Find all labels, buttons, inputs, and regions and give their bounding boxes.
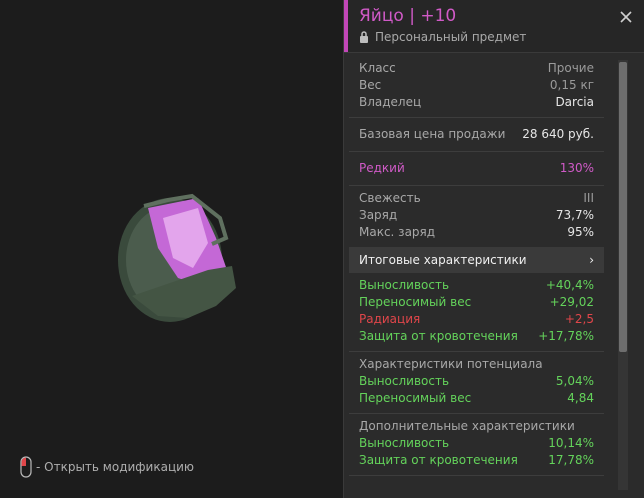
total-stat-value: +17,78% (538, 329, 594, 343)
price-label: Базовая цена продажи (359, 127, 506, 141)
owner-value: Darcia (555, 95, 594, 109)
extra-stats-section: Дополнительные характеристики Выносливос… (349, 414, 604, 476)
class-value: Прочие (547, 61, 594, 75)
price-section: Базовая цена продажи 28 640 руб. (349, 118, 604, 152)
rarity-accent-bar (344, 0, 348, 52)
open-modification-hint: - Открыть модификацию (20, 456, 194, 478)
scrollbar-thumb[interactable] (619, 62, 627, 352)
open-modification-label: - Открыть модификацию (36, 460, 195, 474)
class-row: Класс Прочие (359, 60, 594, 77)
potential-stat-value: 4,84 (567, 391, 594, 405)
price-value: 28 640 руб. (522, 127, 594, 141)
item-header: Яйцо | +10 Персональный предмет (344, 0, 644, 53)
potential-stat-label: Переносимый вес (359, 391, 472, 405)
max-charge-value: 95% (567, 225, 594, 239)
personal-item-label: Персональный предмет (359, 30, 526, 44)
total-stat-value: +40,4% (545, 278, 594, 292)
potential-heading: Характеристики потенциала (359, 357, 543, 371)
extra-heading: Дополнительные характеристики (359, 419, 575, 433)
basic-info-section: Класс Прочие Вес 0,15 кг Владелец Darcia (349, 56, 604, 118)
rarity-value: 130% (559, 161, 594, 175)
mouse-icon (20, 456, 32, 478)
charge-label: Заряд (359, 208, 398, 222)
potential-stat-value: 5,04% (555, 374, 594, 388)
extra-stat-label: Выносливость (359, 436, 450, 450)
personal-item-text: Персональный предмет (375, 30, 527, 44)
rarity-row: Редкий 130% (359, 160, 594, 177)
total-stat-row: Радиация +2,5 (359, 311, 594, 328)
potential-stat-label: Выносливость (359, 374, 450, 388)
total-stat-row: Выносливость +40,4% (359, 277, 594, 294)
price-row: Базовая цена продажи 28 640 руб. (359, 126, 594, 143)
extra-stat-value: 17,78% (548, 453, 594, 467)
lock-icon (360, 31, 368, 43)
class-label: Класс (359, 61, 396, 75)
owner-label: Владелец (359, 95, 422, 109)
freshness-value: III (583, 191, 594, 205)
max-charge-label: Макс. заряд (359, 225, 436, 239)
rarity-section: Редкий 130% (349, 152, 604, 186)
weight-value: 0,15 кг (549, 78, 594, 92)
egg-image (118, 193, 236, 322)
total-stat-label: Защита от кровотечения (359, 329, 518, 343)
total-stat-value: +29,02 (549, 295, 594, 309)
owner-row: Владелец Darcia (359, 94, 594, 111)
stats-list: Класс Прочие Вес 0,15 кг Владелец Darcia… (349, 56, 604, 476)
total-stat-row: Переносимый вес +29,02 (359, 294, 594, 311)
total-stat-label: Выносливость (359, 278, 450, 292)
freshness-label: Свежесть (359, 191, 421, 205)
item-title: Яйцо | +10 (359, 6, 457, 26)
extra-stat-row: Защита от кровотечения 17,78% (359, 452, 594, 469)
state-section: Свежесть III Заряд 73,7% Макс. заряд 95% (349, 186, 604, 247)
total-stats-button[interactable]: Итоговые характеристики › (349, 247, 604, 273)
extra-stat-value: 10,14% (548, 436, 594, 450)
charge-row: Заряд 73,7% (359, 207, 594, 224)
weight-label: Вес (359, 78, 382, 92)
max-charge-row: Макс. заряд 95% (359, 224, 594, 241)
item-details-panel: Яйцо | +10 Персональный предмет Класс Пр… (343, 0, 644, 498)
charge-value: 73,7% (555, 208, 594, 222)
item-preview-area: - Открыть модификацию (0, 0, 343, 498)
chevron-right-icon: › (589, 253, 594, 267)
potential-stat-row: Выносливость 5,04% (359, 373, 594, 390)
potential-stats-section: Характеристики потенциала Выносливость 5… (349, 352, 604, 414)
rarity-label: Редкий (359, 161, 405, 175)
total-stat-value: +2,5 (564, 312, 594, 326)
extra-stat-row: Выносливость 10,14% (359, 435, 594, 452)
freshness-row: Свежесть III (359, 190, 594, 207)
weight-row: Вес 0,15 кг (359, 77, 594, 94)
close-icon[interactable] (619, 10, 633, 24)
total-stat-label: Переносимый вес (359, 295, 472, 309)
potential-stat-row: Переносимый вес 4,84 (359, 390, 594, 407)
total-stat-row: Защита от кровотечения +17,78% (359, 328, 594, 345)
extra-stat-label: Защита от кровотечения (359, 453, 518, 467)
total-stats-section: Выносливость +40,4% Переносимый вес +29,… (349, 273, 604, 352)
total-stats-label: Итоговые характеристики (359, 253, 527, 267)
total-stat-label: Радиация (359, 312, 421, 326)
